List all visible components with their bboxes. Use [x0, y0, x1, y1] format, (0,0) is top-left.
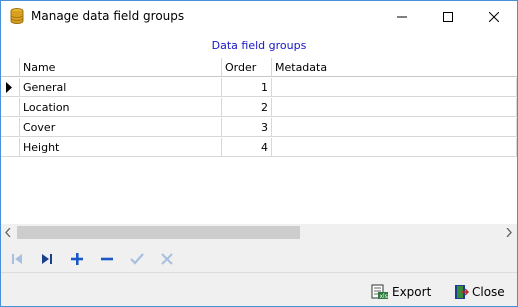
- database-icon: [10, 8, 24, 25]
- minimize-icon: [397, 16, 407, 17]
- grid-cell-metadata[interactable]: [272, 118, 517, 137]
- title-bar: Manage data field groups: [1, 1, 517, 32]
- grid-cell-order[interactable]: 4: [222, 138, 272, 157]
- svg-text:xls: xls: [380, 293, 388, 300]
- grid-cell-metadata[interactable]: [272, 98, 517, 117]
- minimize-button[interactable]: [379, 1, 425, 32]
- grid-cell-metadata[interactable]: [272, 138, 517, 157]
- window-title: Manage data field groups: [31, 9, 185, 23]
- table-row[interactable]: Location 2: [1, 98, 517, 118]
- exit-door-icon: [455, 285, 469, 299]
- close-icon: [489, 11, 499, 22]
- grid-cell-order[interactable]: 2: [222, 98, 272, 117]
- grid-caption: Data field groups: [211, 39, 307, 52]
- column-header-metadata[interactable]: Metadata: [272, 58, 517, 77]
- scroll-right-icon[interactable]: [506, 228, 512, 237]
- dialog-window: Manage data field groups Data field grou…: [0, 0, 518, 307]
- grid-cell-metadata[interactable]: [272, 78, 517, 97]
- scrollbar-thumb[interactable]: [17, 226, 300, 239]
- row-indicator-header: [1, 58, 20, 77]
- delete-record-button[interactable]: [96, 247, 118, 271]
- close-button[interactable]: Close: [453, 282, 505, 302]
- dialog-footer: xls Export Close: [1, 272, 517, 307]
- horizontal-scrollbar[interactable]: [1, 224, 517, 241]
- grid-cell-name[interactable]: Cover: [20, 118, 222, 137]
- table-row[interactable]: Height 4: [1, 138, 517, 158]
- add-icon: [71, 253, 83, 265]
- grid-cell-order[interactable]: 3: [222, 118, 272, 137]
- last-record-button[interactable]: [36, 247, 58, 271]
- table-row[interactable]: Cover 3: [1, 118, 517, 138]
- export-icon: xls: [371, 284, 388, 300]
- cancel-edit-button[interactable]: [156, 247, 178, 271]
- add-record-button[interactable]: [66, 247, 88, 271]
- export-button[interactable]: xls Export: [371, 282, 431, 302]
- cancel-icon: [161, 253, 173, 265]
- remove-icon: [101, 257, 113, 261]
- table-row[interactable]: General 1: [1, 78, 517, 98]
- grid-cell-name[interactable]: Location: [20, 98, 222, 117]
- first-record-button[interactable]: [6, 247, 28, 271]
- scroll-left-icon[interactable]: [5, 228, 11, 237]
- confirm-icon: [130, 253, 144, 265]
- maximize-button[interactable]: [425, 1, 471, 32]
- column-header-order[interactable]: Order: [222, 58, 272, 77]
- grid-cell-name[interactable]: Height: [20, 138, 222, 157]
- column-header-name[interactable]: Name: [20, 58, 222, 77]
- close-window-button[interactable]: [471, 1, 517, 32]
- export-label: Export: [392, 285, 432, 299]
- first-record-icon: [12, 254, 22, 264]
- last-record-icon: [42, 254, 52, 264]
- post-edit-button[interactable]: [126, 247, 148, 271]
- grid-cell-order[interactable]: 1: [222, 78, 272, 97]
- record-navigator: [1, 247, 517, 271]
- grid-cell-name[interactable]: General: [20, 78, 222, 97]
- close-label: Close: [472, 285, 505, 299]
- maximize-icon: [443, 11, 453, 22]
